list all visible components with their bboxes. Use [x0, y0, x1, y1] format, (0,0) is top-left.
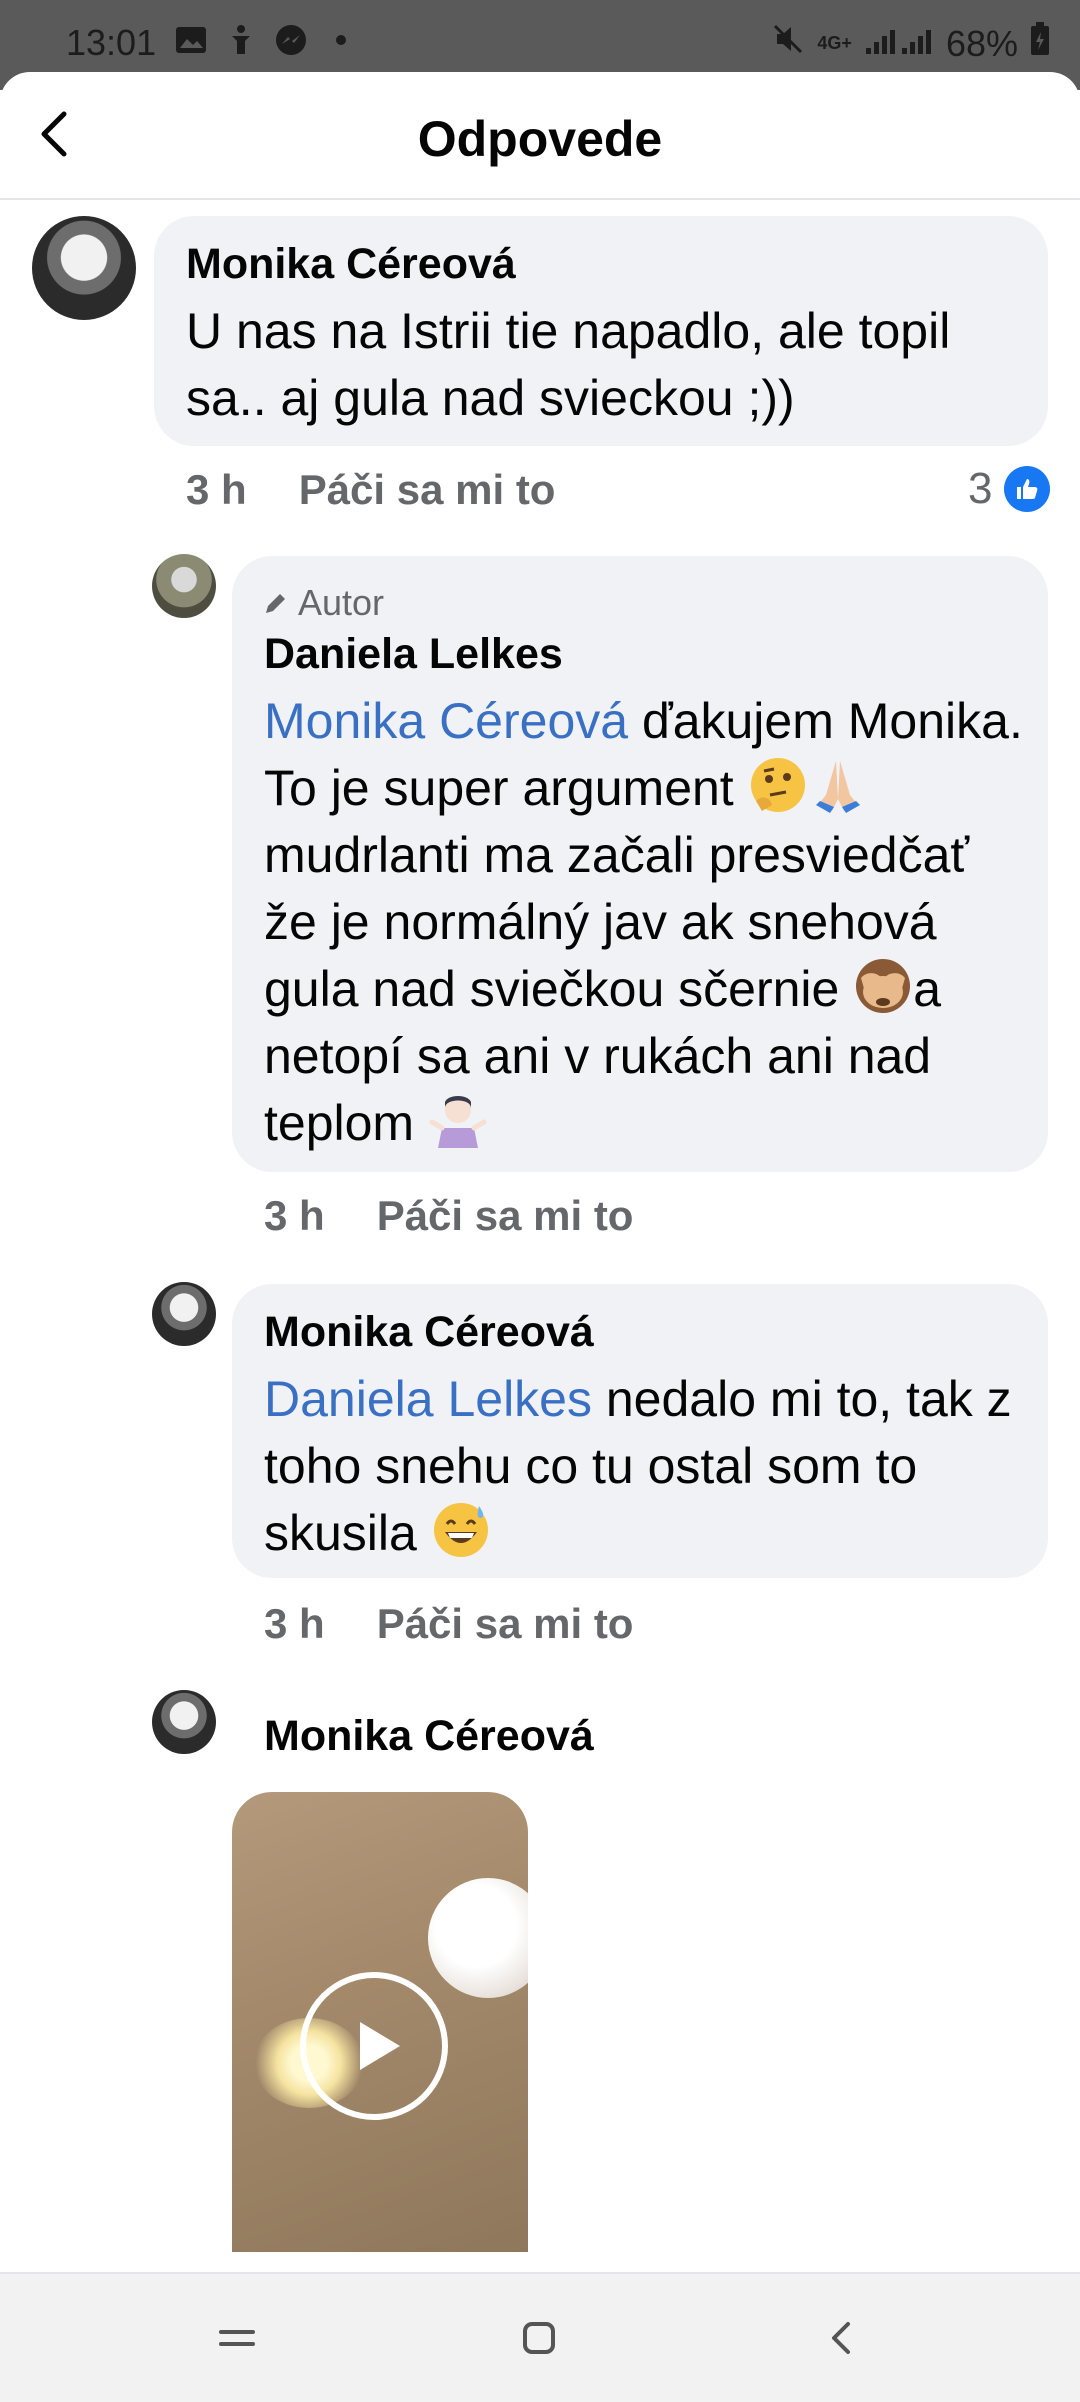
avatar[interactable]	[152, 554, 216, 618]
video-thumbnail[interactable]	[232, 1792, 528, 2252]
play-icon	[360, 2022, 400, 2070]
comment-bubble: Autor Daniela Lelkes Monika Céreová ďaku…	[232, 556, 1048, 1172]
comment-bubble: Monika Céreová Daniela Lelkes nedalo mi …	[232, 1284, 1048, 1578]
messenger-icon	[275, 24, 307, 56]
comment-author[interactable]: Monika Céreová	[264, 1308, 594, 1357]
recent-apps-button[interactable]	[204, 2308, 270, 2368]
like-button[interactable]: Páči sa mi to	[377, 1600, 634, 1648]
avatar[interactable]	[32, 216, 136, 320]
comment-time[interactable]: 3 h	[264, 1600, 325, 1648]
dot-icon	[325, 24, 357, 56]
comment-meta: 3 h Páči sa mi to	[264, 1600, 633, 1648]
comment-text: U nas na Istrii tie napadlo, ale topil s…	[186, 303, 951, 426]
author-badge: Autor	[262, 582, 384, 624]
avatar[interactable]	[152, 1282, 216, 1346]
thinking-face-icon	[750, 758, 805, 812]
accessibility-icon	[225, 24, 257, 56]
network-label: 4G+	[817, 33, 852, 53]
notification-icons	[175, 24, 357, 56]
comment-text: Monika Céreová ďakujem Monika. To je sup…	[264, 688, 1034, 1157]
signal-icon	[864, 23, 934, 65]
comment-time[interactable]: 3 h	[264, 1192, 325, 1240]
like-button[interactable]: Páči sa mi to	[377, 1192, 634, 1240]
comment-author[interactable]: Daniela Lelkes	[264, 630, 563, 679]
like-button[interactable]: Páči sa mi to	[299, 466, 556, 514]
pencil-icon	[266, 594, 285, 613]
system-navigation-bar	[0, 2272, 1080, 2402]
like-count-value: 3	[968, 464, 993, 513]
comment-author[interactable]: Monika Céreová	[264, 1712, 594, 1761]
home-button[interactable]	[506, 2308, 572, 2368]
battery-label: 68%	[945, 22, 1018, 64]
person-shrugging-icon	[429, 1096, 487, 1148]
mention-link[interactable]: Daniela Lelkes	[264, 1371, 592, 1427]
avatar[interactable]	[152, 1690, 216, 1754]
nav-back-icon	[832, 2322, 850, 2354]
thumbs-up-icon	[1004, 466, 1051, 512]
comment-text: Daniela Lelkes nedalo mi to, tak z toho …	[264, 1366, 1024, 1567]
folded-hands-icon	[815, 761, 860, 813]
battery-icon	[1030, 22, 1050, 65]
comment-meta: 3 h Páči sa mi to	[264, 1192, 633, 1240]
mention-link[interactable]: Monika Céreová	[264, 693, 628, 749]
home-icon	[523, 2322, 555, 2354]
author-badge-label: Autor	[298, 582, 385, 623]
status-right: 4G+ 68%	[771, 22, 1050, 65]
comment-time[interactable]: 3 h	[186, 466, 247, 514]
nav-back-button[interactable]	[808, 2308, 874, 2368]
see-no-evil-monkey-icon	[856, 959, 911, 1013]
page-title: Odpovede	[417, 111, 663, 167]
comment-bubble: Monika Céreová U nas na Istrii tie napad…	[154, 216, 1048, 446]
status-time: 13:01	[66, 22, 157, 63]
recent-apps-icon	[219, 2330, 255, 2346]
image-icon	[175, 24, 207, 56]
grinning-face-with-sweat-icon	[433, 1503, 488, 1557]
comment-meta: 3 h Páči sa mi to	[186, 466, 555, 514]
snowball	[428, 1878, 528, 1998]
mute-icon	[771, 22, 805, 65]
header: Odpovede	[0, 72, 1080, 200]
comment-author[interactable]: Monika Céreová	[186, 240, 516, 289]
like-count[interactable]: 3	[968, 464, 1051, 514]
play-button[interactable]	[300, 1972, 448, 2120]
